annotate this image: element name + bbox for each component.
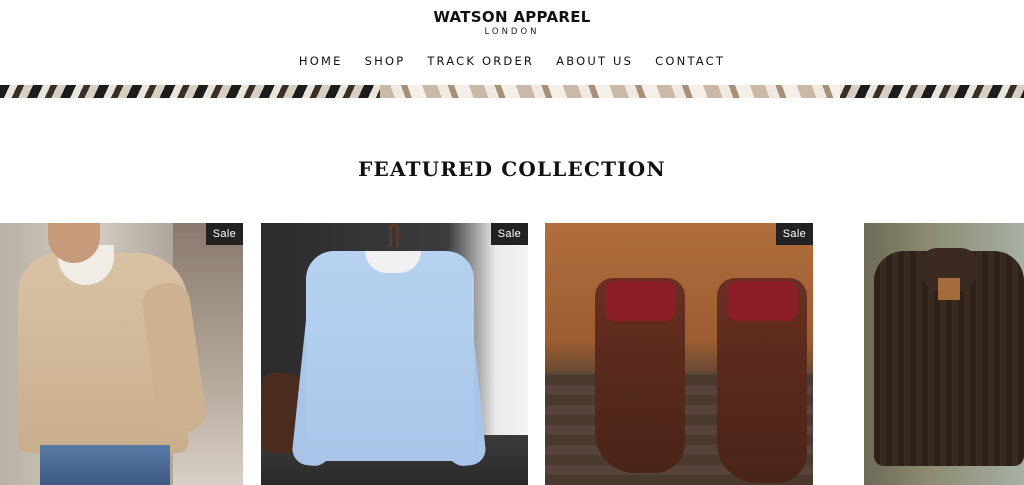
sale-badge: Sale bbox=[490, 223, 528, 245]
sale-badge: Sale bbox=[775, 223, 813, 245]
sale-badge: Sale bbox=[205, 223, 243, 245]
logo[interactable]: WATSON APPAREL LONDON bbox=[0, 8, 1024, 37]
nav-contact[interactable]: CONTACT bbox=[655, 54, 725, 68]
nav-about-us[interactable]: ABOUT US bbox=[556, 54, 633, 68]
product-card-brown-boots[interactable]: Sale bbox=[545, 223, 813, 485]
featured-collection-title: FEATURED COLLECTION bbox=[358, 157, 666, 181]
hero-banner-image bbox=[0, 85, 1024, 98]
nav-track-order[interactable]: TRACK ORDER bbox=[427, 54, 534, 68]
brand-subtitle: LONDON bbox=[484, 27, 540, 37]
brand-name: WATSON APPAREL bbox=[433, 8, 591, 26]
nav-shop[interactable]: SHOP bbox=[365, 54, 406, 68]
site-header: WATSON APPAREL LONDON HOME SHOP TRACK OR… bbox=[0, 0, 1024, 85]
product-card-blue-sweater[interactable]: Sale bbox=[261, 223, 528, 485]
product-card-knit-cardigan[interactable] bbox=[864, 223, 1024, 485]
product-card-beige-sweater[interactable]: Sale bbox=[0, 223, 243, 485]
nav-home[interactable]: HOME bbox=[299, 54, 343, 68]
main-nav: HOME SHOP TRACK ORDER ABOUT US CONTACT bbox=[0, 54, 1024, 68]
